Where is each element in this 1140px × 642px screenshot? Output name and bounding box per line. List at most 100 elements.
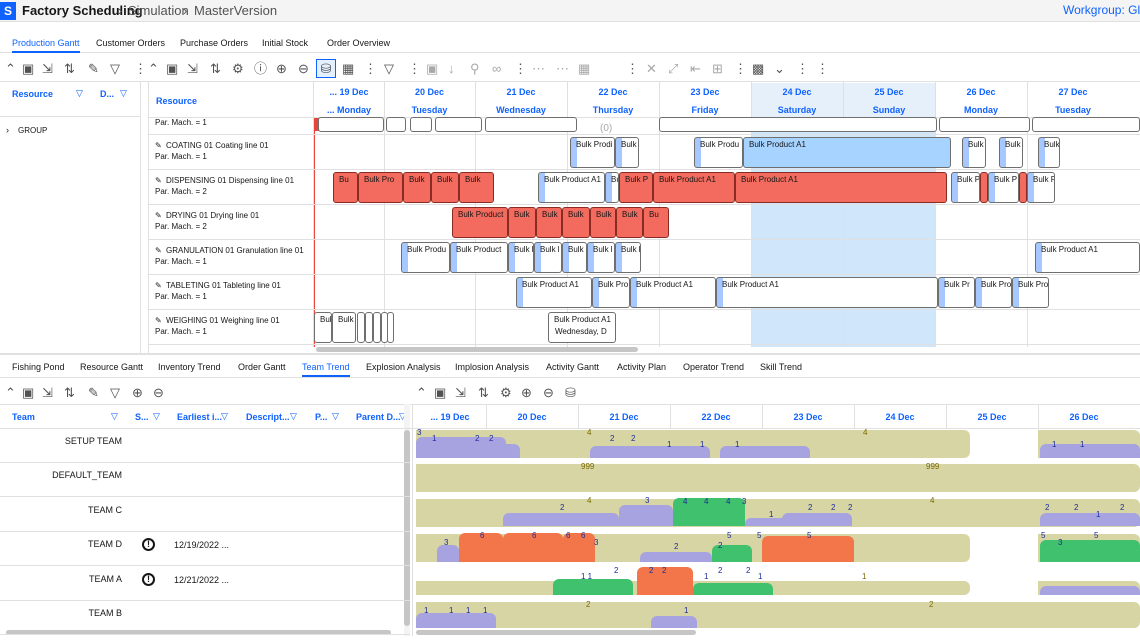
tab-customer-orders[interactable]: Customer Orders [96,38,165,48]
trend-day[interactable]: 23 Dec [762,412,854,422]
task-bar[interactable]: Bulk Pro [975,277,1012,308]
day-date[interactable]: 26 Dec [935,87,1027,97]
collapse-icon[interactable]: ⌃ [416,386,427,400]
tab-activity-gantt[interactable]: Activity Gantt [546,362,599,372]
filter-icon[interactable]: ▽ [332,411,339,422]
gantt-view-icon[interactable]: ▩ [752,62,764,76]
tree-icon[interactable]: ⊞ [712,62,723,76]
filter-icon[interactable]: ▽ [111,411,118,422]
sequence-icon[interactable]: ⋯ [532,62,545,76]
team-name[interactable]: TEAM D [32,539,122,549]
team-name[interactable]: SETUP TEAM [32,436,122,446]
task-bar[interactable]: Bulk [314,312,332,343]
task-bar[interactable]: Bulk P [1027,172,1055,203]
pane-separator[interactable] [0,353,1140,355]
task-bar[interactable]: Bulk [403,172,431,203]
task-bar[interactable]: Bulk [962,137,986,168]
col-resource[interactable]: Resource [12,89,53,99]
tab-team-trend[interactable]: Team Trend [302,362,350,377]
wrench-icon[interactable]: ✎ [88,386,99,400]
task-bar[interactable] [386,117,406,132]
tab-inventory-trend[interactable]: Inventory Trend [158,362,221,372]
resource-name[interactable]: WEIGHING 01 Weighing line 01 [166,316,280,325]
filter-icon[interactable]: ▽ [290,411,297,422]
more-icon[interactable]: ⋮ [408,62,421,76]
gear-icon[interactable]: ⚙ [232,62,244,76]
highlight-icon[interactable]: ⛁ [316,59,336,78]
day-date[interactable]: 27 Dec [1027,87,1119,97]
task-bar[interactable]: Bulk [459,172,494,203]
day-date[interactable]: 20 Dec [384,87,475,97]
highlight-icon[interactable]: ⛁ [565,386,576,400]
app-logo-icon[interactable]: S [0,2,16,20]
sort-icon[interactable]: ⇅ [64,62,75,76]
more-icon[interactable]: ⋮ [134,62,147,76]
trend-day[interactable]: 22 Dec [670,412,762,422]
task-bar[interactable]: Bulk l [587,242,615,273]
team-name[interactable]: TEAM B [32,608,122,618]
sequence-icon[interactable]: ⋯ [556,62,569,76]
sort-icon[interactable]: ⇅ [64,386,75,400]
trend-day[interactable]: 25 Dec [946,412,1038,422]
task-bar[interactable] [659,117,937,132]
task-bar[interactable]: Bulk P [619,172,653,203]
alert-icon[interactable]: ! [142,573,155,586]
more-icon[interactable]: ⋮ [734,62,747,76]
wrench-icon[interactable]: ✎ [88,62,99,76]
more-icon[interactable]: ⋮ [514,62,527,76]
task-bar[interactable]: Bulk P [988,172,1019,203]
task-bar[interactable]: Bulk Product A1 [653,172,735,203]
tab-activity-plan[interactable]: Activity Plan [617,362,666,372]
tab-explosion-analysis[interactable]: Explosion Analysis [366,362,441,372]
task-bar[interactable]: Bulk Product A1 [538,172,605,203]
zoom-in-icon[interactable]: ⊕ [521,386,532,400]
task-bar[interactable]: Bulk Product A1 [716,277,938,308]
col-d[interactable]: D... [100,89,114,99]
schedule-icon[interactable]: ▣ [426,62,438,76]
tab-order-overview[interactable]: Order Overview [327,38,390,48]
task-bar[interactable]: Bulk [562,207,590,238]
tab-implosion-analysis[interactable]: Implosion Analysis [455,362,529,372]
task-bar[interactable]: Bulk l [615,242,641,273]
export-icon[interactable]: ⇲ [187,62,198,76]
collapse-icon[interactable]: ⌃ [5,386,16,400]
splitter[interactable] [140,81,141,353]
resource-name[interactable]: DISPENSING 01 Dispensing line 01 [166,176,294,185]
pencil-icon[interactable]: ✎ [155,176,162,185]
pin-icon[interactable]: ⚲ [470,62,480,76]
task-bar[interactable] [485,117,577,132]
chevron-right-icon[interactable]: › [6,125,9,135]
task-bar[interactable]: Bulk Pr [938,277,975,308]
task-bar[interactable]: Bulk Produ [401,242,450,273]
task-bar[interactable]: Bulk [508,207,536,238]
sort-icon[interactable]: ⇅ [210,62,221,76]
task-bar[interactable]: Bulk [332,312,356,343]
collapse-icon[interactable]: ⌃ [5,62,16,76]
gantt-h-scrollbar[interactable] [316,347,638,352]
tab-skill-trend[interactable]: Skill Trend [760,362,802,372]
more-icon[interactable]: ⋮ [796,62,809,76]
filter-icon[interactable]: ▽ [384,62,394,76]
task-bar[interactable]: Bulk Pro [592,277,630,308]
tab-operator-trend[interactable]: Operator Trend [683,362,744,372]
filter-icon[interactable]: ▽ [110,386,120,400]
task-bar[interactable]: Bulk l [534,242,562,273]
task-bar[interactable] [357,312,365,343]
task-bar[interactable]: Bulk [616,207,643,238]
task-bar[interactable] [365,312,373,343]
info-icon[interactable]: ⓘ [254,62,267,76]
task-bar[interactable]: Bulk Product A1 [1035,242,1140,273]
day-date[interactable]: 24 Dec [751,87,843,97]
arrow-down-icon[interactable]: ↓ [448,62,455,76]
splitter[interactable] [412,404,413,636]
indent-icon[interactable]: ⇤ [690,62,701,76]
task-bar[interactable] [373,312,381,343]
trend-day[interactable]: 24 Dec [854,412,946,422]
resource-name[interactable]: GRANULATION 01 Granulation line 01 [166,246,304,255]
link-icon[interactable]: ∞ [492,62,501,76]
task-bar[interactable]: Bulk Pro [1012,277,1049,308]
task-bar[interactable]: Bu [643,207,669,238]
task-bar[interactable] [1032,117,1140,132]
filter-icon[interactable]: ▽ [76,88,83,99]
task-bar[interactable]: Bulk Product [452,207,508,238]
